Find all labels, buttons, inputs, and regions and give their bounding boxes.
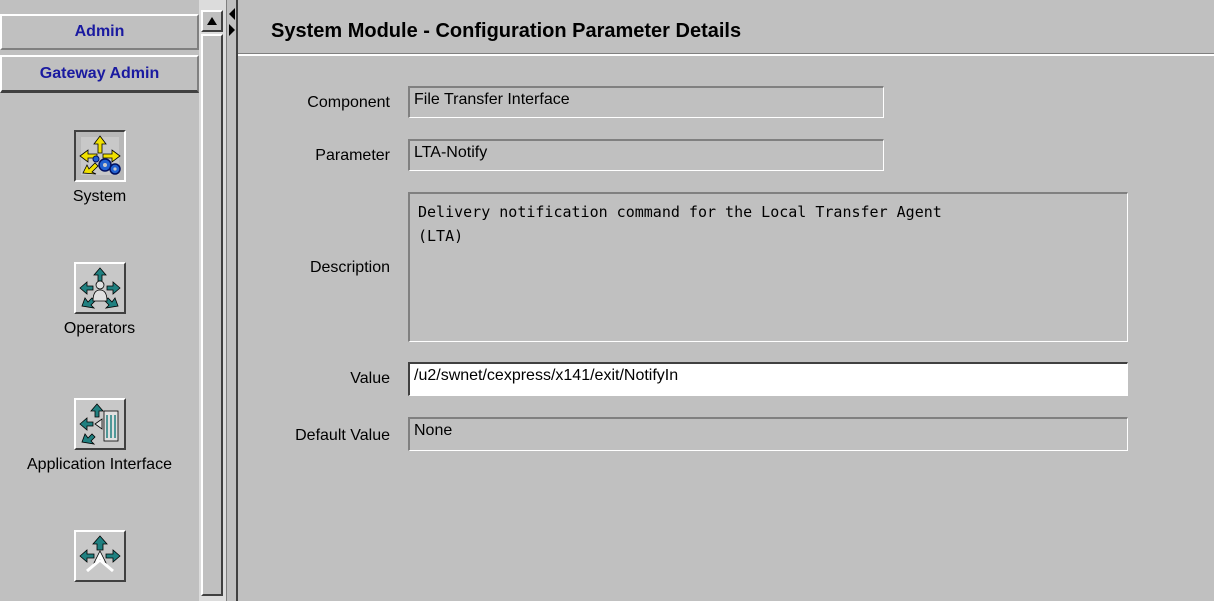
nav-module-system-label: System: [72, 188, 127, 205]
operators-icon[interactable]: [73, 262, 126, 314]
description-textarea: Delivery notification command for the Lo…: [408, 192, 1128, 342]
gateway-admin-header-label: Gateway Admin: [39, 64, 160, 82]
nav-scrollbar[interactable]: [199, 0, 226, 601]
default-value-field: None: [408, 417, 1128, 451]
default-value-label: Default Value: [295, 427, 390, 444]
admin-header-label: Admin: [74, 23, 125, 40]
page-title: System Module - Configuration Parameter …: [271, 20, 742, 42]
nav-module-network[interactable]: [0, 530, 199, 588]
value-label: Value: [350, 370, 390, 387]
panel-splitter[interactable]: [226, 0, 238, 601]
component-label: Component: [307, 94, 390, 111]
network-module-icon[interactable]: [73, 530, 126, 582]
admin-header-button[interactable]: Admin: [0, 14, 199, 50]
title-bar: System Module - Configuration Parameter …: [238, 8, 1214, 56]
nav-module-application-interface-label: Application Interface: [27, 456, 172, 473]
parameter-label: Parameter: [315, 147, 390, 164]
parameter-details-panel: System Module - Configuration Parameter …: [238, 0, 1214, 601]
nav-top-strip: [0, 0, 199, 14]
application-interface-icon[interactable]: [73, 398, 126, 450]
parameter-field: LTA-Notify: [408, 139, 884, 171]
nav-module-system[interactable]: System: [0, 130, 199, 206]
nav-module-operators-label: Operators: [63, 320, 136, 337]
scrollbar-thumb[interactable]: [201, 34, 223, 596]
left-navigation-panel: Admin Gateway Admin System Operators App…: [0, 0, 199, 601]
collapse-left-arrow-icon[interactable]: [229, 8, 235, 20]
expand-right-arrow-icon[interactable]: [229, 24, 235, 36]
component-field: File Transfer Interface: [408, 86, 884, 118]
system-config-icon[interactable]: [73, 130, 126, 182]
scroll-up-arrow-icon[interactable]: [201, 10, 223, 32]
description-label: Description: [309, 259, 390, 276]
gateway-admin-header-button[interactable]: Gateway Admin: [0, 55, 199, 93]
nav-module-operators[interactable]: Operators: [0, 262, 199, 338]
value-input[interactable]: /u2/swnet/cexpress/x141/exit/NotifyIn: [408, 362, 1128, 396]
nav-module-application-interface[interactable]: Application Interface: [0, 398, 199, 474]
